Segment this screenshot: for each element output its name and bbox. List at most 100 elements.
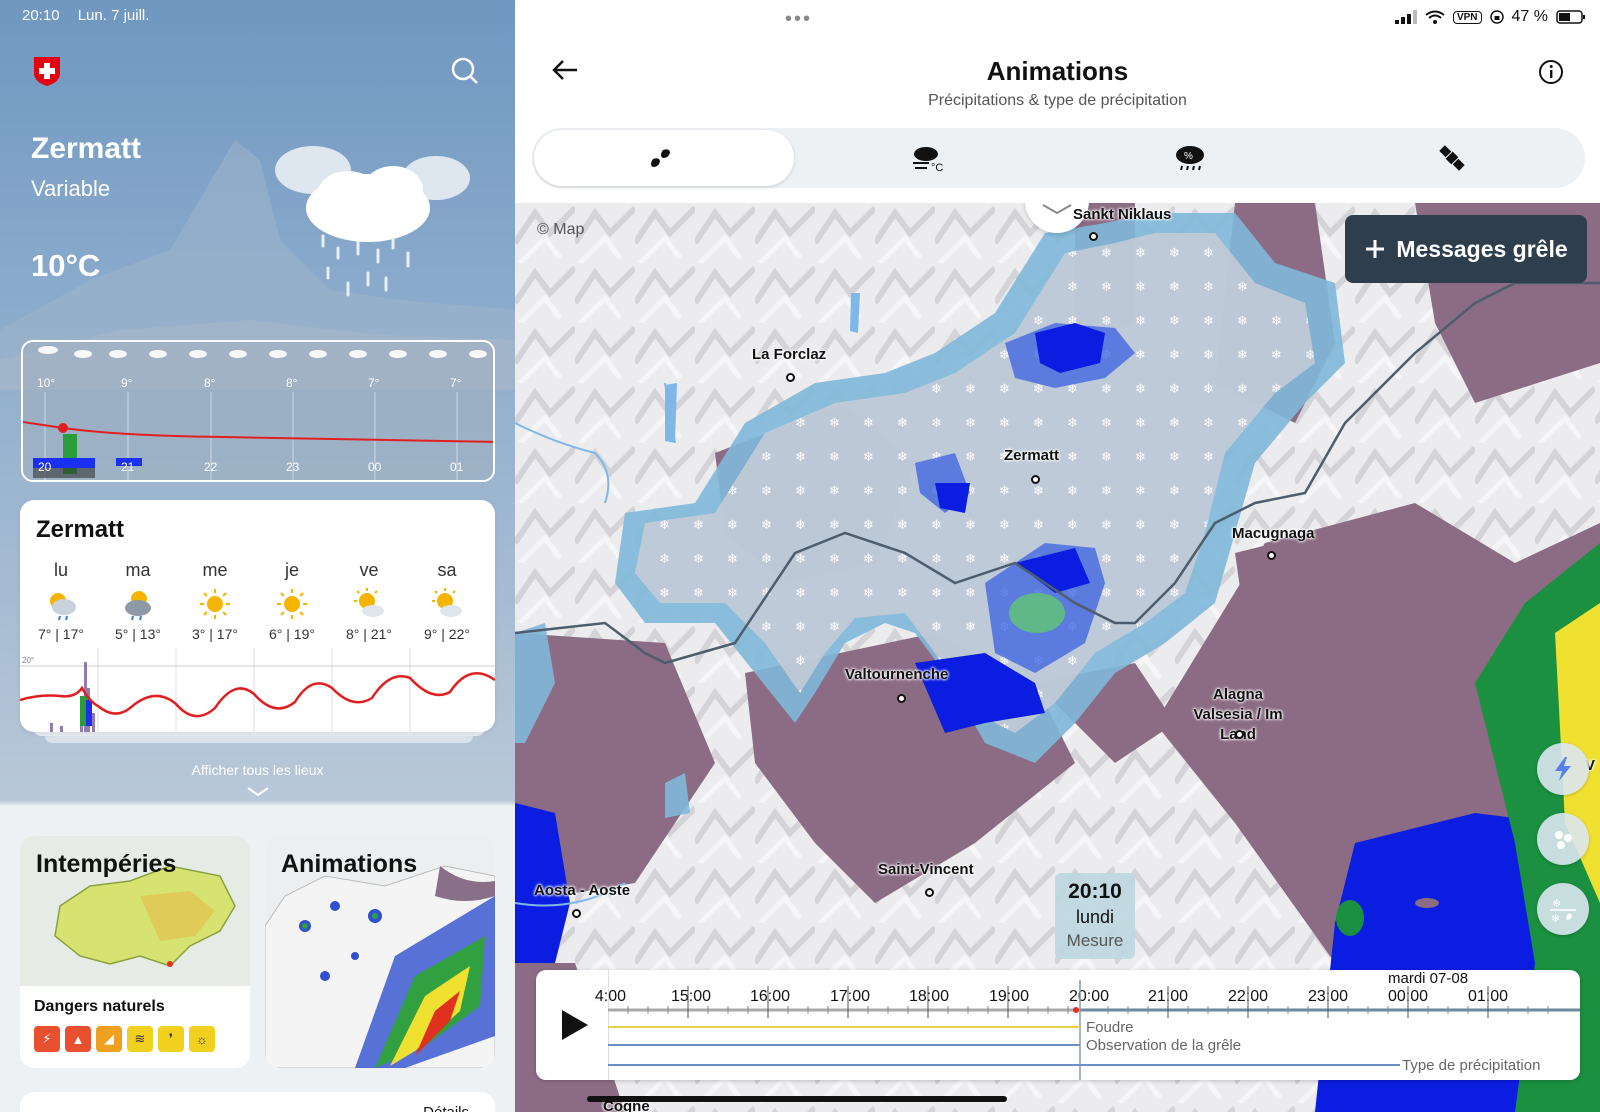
search-icon[interactable] <box>450 56 480 86</box>
tab-wind-temperature[interactable]: °C <box>798 130 1058 186</box>
day-temps: 6° | 19° <box>269 626 315 642</box>
place-dot <box>1089 232 1098 241</box>
map-copyright: © Map <box>537 221 585 238</box>
heat-warning-icon: ☼ <box>189 1026 215 1052</box>
hail-layer-button[interactable] <box>1537 813 1589 865</box>
hail-icon <box>1555 831 1572 849</box>
play-icon[interactable] <box>560 1008 590 1042</box>
wifi-icon <box>1425 10 1445 24</box>
lightning-layer-button[interactable] <box>1537 743 1589 795</box>
cloud-rain-sun-icon <box>125 591 151 621</box>
lightning-icon <box>1555 757 1571 781</box>
place-dot <box>897 694 906 703</box>
day-name: ma <box>125 560 151 580</box>
hourly-temp: 8° <box>204 376 216 390</box>
snow-rain-icon: ❄❄ <box>1550 897 1576 924</box>
fire-warning-icon: ▲ <box>65 1026 91 1052</box>
precipitation-map[interactable]: ❄ <box>515 203 1600 1112</box>
current-time-bubble: 20:10 lundi Mesure <box>1055 873 1135 959</box>
hourly-temp: 10° <box>37 376 56 390</box>
day-temps: 8° | 21° <box>346 626 392 642</box>
place-label: Valtournenche <box>845 666 949 683</box>
cloud-rain-icon <box>275 146 470 297</box>
hourly-hour: 01 <box>450 460 464 474</box>
bubble-time: 20:10 <box>1068 880 1122 903</box>
svg-text:%: % <box>1184 151 1193 162</box>
status-time: 20:10 <box>22 7 60 24</box>
forecast-day: sa 9° | 22° <box>408 560 486 642</box>
sun-icon <box>200 589 230 619</box>
hourly-chart <box>23 346 493 480</box>
danger-label: Dangers naturels <box>34 998 165 1015</box>
lightning-warning-icon: ⚡ <box>34 1026 60 1052</box>
forecast-day: je 6° | 19° <box>253 560 331 642</box>
cloud-percent-icon: % <box>1176 146 1204 171</box>
forecast-card[interactable]: Zermatt lu 7° | 17° ma 5° | 13° me 3° | … <box>20 500 495 732</box>
precipitation-type-button[interactable]: ❄ ❄ <box>1537 883 1589 935</box>
signal-icon <box>1394 10 1417 24</box>
hourly-hour: 21 <box>121 460 135 474</box>
raindrops-icon <box>651 149 670 167</box>
tab-satellite[interactable] <box>1322 130 1582 186</box>
hourly-hour: 00 <box>368 460 382 474</box>
satellite-icon <box>1439 145 1465 171</box>
day-temps: 3° | 17° <box>192 626 238 642</box>
day-name: me <box>202 560 228 580</box>
location-name: Zermatt <box>31 132 142 165</box>
hourly-hour: 20 <box>38 460 52 474</box>
multitask-dots[interactable]: ••• <box>785 8 812 31</box>
sun-cloud-icon <box>354 588 384 617</box>
bubble-mode: Mesure <box>1066 931 1124 950</box>
show-all-locations-link[interactable]: Afficher tous les lieux <box>0 762 515 778</box>
layer-foudre: Foudre <box>1086 1019 1134 1036</box>
tab-precipitation[interactable] <box>534 130 794 186</box>
animations-panel: ••• VPN 47 % Animations Précipitations &… <box>515 0 1600 1112</box>
rain-warning-icon: ❜ <box>158 1026 184 1052</box>
tab-rain-probability[interactable]: % <box>1060 130 1320 186</box>
svg-text:❄: ❄ <box>1551 912 1560 924</box>
layer-tabs: °C % <box>532 128 1585 188</box>
animations-tile[interactable]: Animations <box>265 836 495 1068</box>
temperature-chart: 20° <box>20 648 495 732</box>
forecast-day: me 3° | 17° <box>176 560 254 642</box>
animation-timeline[interactable]: mardi 07-08 14:00 15:00 16:00 17:00 18:0… <box>536 970 1580 1080</box>
cloud-wind-temperature-icon: °C <box>913 147 943 172</box>
place-dot <box>1235 730 1244 739</box>
info-icon[interactable] <box>1537 58 1565 86</box>
place-label: La Forclaz <box>752 346 827 363</box>
vpn-badge: VPN <box>1452 10 1482 24</box>
rotation-lock-icon <box>1489 10 1504 24</box>
bubble-day: lundi <box>1075 907 1115 927</box>
place-label: Aosta - Aoste <box>534 882 631 899</box>
avalanche-warning-icon: ◢ <box>96 1026 122 1052</box>
chevron-down-icon[interactable] <box>246 786 270 798</box>
plus-icon <box>1366 240 1385 258</box>
layer-precipitation-type: Type de précipitation <box>1402 1057 1541 1074</box>
sun-icon <box>277 589 307 619</box>
day-temps: 5° | 13° <box>115 626 161 642</box>
place-label: Sankt Niklaus <box>1073 206 1172 223</box>
danger-icons: ⚡ ▲ ◢ ≋ ❜ ☼ <box>34 1026 215 1052</box>
place-dot <box>1031 475 1040 484</box>
battery-icon <box>1556 10 1585 24</box>
hourly-hour: 23 <box>286 460 300 474</box>
place-dot <box>925 888 934 897</box>
details-card[interactable]: Détails <box>20 1092 495 1112</box>
chart-tick-label: 20° <box>22 656 34 665</box>
home-indicator[interactable] <box>587 1096 1007 1102</box>
place-label: Macugnaga <box>1232 525 1315 542</box>
forecast-day: lu 7° | 17° <box>22 560 100 642</box>
place-label: Zermatt <box>1004 447 1060 464</box>
page-title: Animations <box>986 56 1129 86</box>
day-temps: 9° | 22° <box>424 626 470 642</box>
hail-reports-button[interactable]: Messages grêle <box>1345 215 1587 283</box>
hourly-temp: 9° <box>121 376 133 390</box>
page-subtitle: Précipitations & type de précipitation <box>928 92 1187 109</box>
intemperies-tile[interactable]: Intempéries Dangers naturels ⚡ ▲ ◢ ≋ ❜ ☼ <box>20 836 250 1068</box>
place-label: Saint-Vincent <box>878 861 974 878</box>
layer-hail-observation: Observation de la grêle <box>1086 1037 1242 1054</box>
details-link[interactable]: Détails <box>423 1104 469 1112</box>
hourly-forecast[interactable]: 10° 9° 8° 8° 7° 7° 20 21 22 23 00 01 <box>21 340 495 482</box>
day-name: sa <box>437 560 457 580</box>
hail-reports-label: Messages grêle <box>1396 235 1568 262</box>
